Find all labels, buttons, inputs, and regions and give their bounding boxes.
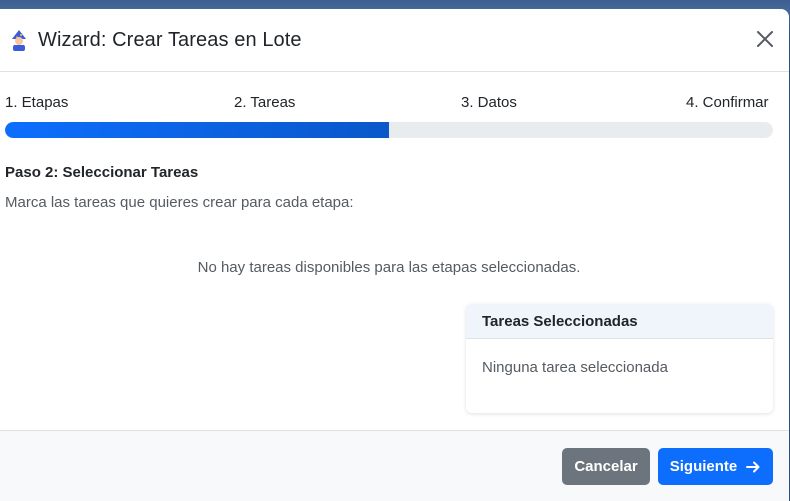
step-tareas: 2. Tareas: [234, 94, 296, 111]
step-datos: 3. Datos: [461, 94, 517, 111]
step-etapas: 1. Etapas: [5, 94, 69, 111]
step-heading: Paso 2: Seleccionar Tareas: [5, 164, 199, 181]
wizard-progress-bar: [5, 122, 773, 138]
selected-tasks-card: Tareas Seleccionadas Ninguna tarea selec…: [466, 304, 773, 413]
progress-bar-fill: [5, 122, 389, 138]
wizard-steps: 1. Etapas 2. Tareas 3. Datos 4. Confirma…: [0, 94, 789, 122]
modal-title: Wizard: Crear Tareas en Lote: [38, 28, 302, 51]
arrow-right-icon: [745, 459, 761, 475]
step-confirmar: 4. Confirmar: [686, 94, 769, 111]
close-icon[interactable]: [755, 29, 775, 49]
next-button[interactable]: Siguiente: [658, 448, 773, 485]
step-description: Marca las tareas que quieres crear para …: [5, 194, 354, 211]
empty-tasks-message: No hay tareas disponibles para las etapa…: [197, 259, 581, 276]
next-button-label: Siguiente: [669, 458, 738, 475]
selected-tasks-card-title: Tareas Seleccionadas: [466, 304, 773, 339]
modal-footer: Cancelar Siguiente: [0, 430, 789, 501]
selected-tasks-empty: Ninguna tarea seleccionada: [482, 359, 668, 376]
modal-header: Wizard: Crear Tareas en Lote: [0, 9, 789, 72]
wizard-icon: [8, 29, 30, 51]
cancel-button-label: Cancelar: [574, 458, 638, 475]
cancel-button[interactable]: Cancelar: [562, 448, 650, 485]
wizard-modal: Wizard: Crear Tareas en Lote 1. Etapas 2…: [0, 9, 789, 501]
